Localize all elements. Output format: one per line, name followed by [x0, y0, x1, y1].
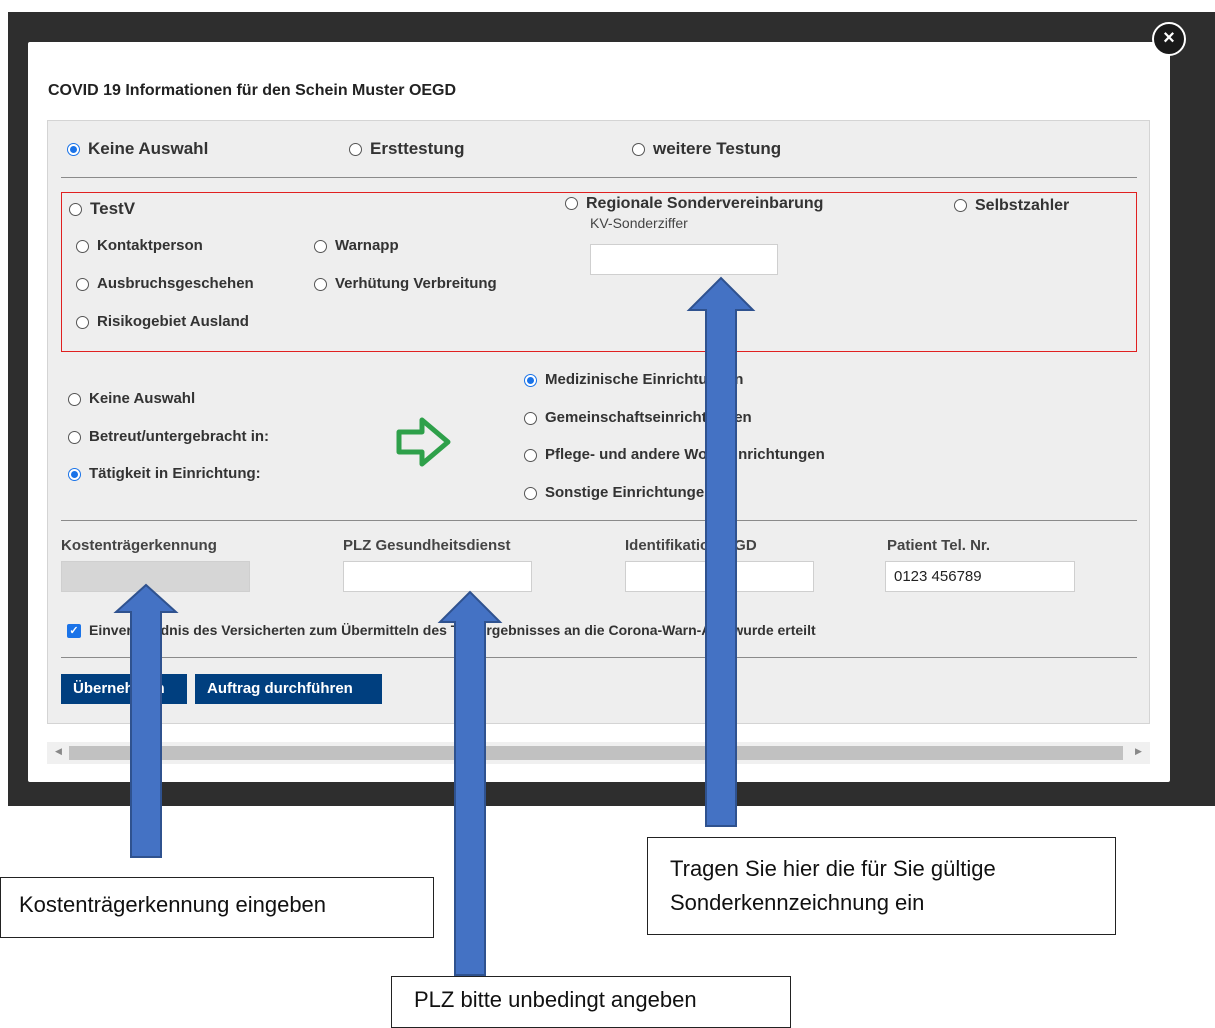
- radio-icon: [349, 143, 362, 157]
- divider: [61, 177, 1137, 178]
- radio-label: Medizinische Einrichtungen: [545, 371, 744, 388]
- patient-tel-label: Patient Tel. Nr.: [887, 537, 991, 554]
- radio-regionale-sondervereinbarung[interactable]: Regionale Sondervereinbarung: [565, 195, 823, 213]
- radio-keine-auswahl-testing[interactable]: Keine Auswahl: [67, 139, 208, 159]
- radio-icon: [632, 143, 645, 157]
- radio-icon: [69, 203, 82, 217]
- radio-testv[interactable]: TestV: [69, 199, 135, 219]
- radio-icon: [524, 448, 537, 462]
- radio-betreut-untergebracht[interactable]: Betreut/untergebracht in:: [68, 428, 269, 445]
- arrow-right-icon: [396, 417, 451, 467]
- close-icon[interactable]: ×: [1152, 22, 1186, 56]
- radio-label: Betreut/untergebracht in:: [89, 428, 270, 445]
- radio-ausbruchsgeschehen[interactable]: Ausbruchsgeschehen: [76, 275, 254, 292]
- callout-text: Kostenträgerkennung eingeben: [19, 892, 327, 917]
- radio-label: Regionale Sondervereinbarung: [586, 195, 824, 212]
- radio-warnapp[interactable]: Warnapp: [314, 237, 399, 254]
- kv-sonderziffer-label: KV-Sonderziffer: [590, 215, 688, 231]
- radio-label: Pflege- und andere Wohneinrichtungen: [545, 446, 825, 463]
- radio-label: TestV: [90, 199, 136, 218]
- callout-text: PLZ bitte unbedingt angeben: [414, 987, 697, 1012]
- radio-icon: [76, 239, 89, 253]
- radio-icon: [565, 197, 578, 211]
- scroll-right-icon[interactable]: ▶: [1135, 746, 1142, 757]
- callout-kv-sonderziffer: Tragen Sie hier die für Sie gültige Sond…: [647, 837, 1116, 935]
- radio-selected-icon: [67, 143, 80, 157]
- identifikation-oegd-input[interactable]: [625, 561, 814, 592]
- radio-ersttestung[interactable]: Ersttestung: [349, 139, 464, 159]
- kostentraeger-label: Kostenträgerkennung: [61, 537, 217, 554]
- checkmark-icon: ✓: [67, 624, 81, 639]
- radio-selected-icon: [524, 373, 537, 387]
- kostentraeger-input[interactable]: [61, 561, 250, 592]
- radio-sonstige-einrichtungen[interactable]: Sonstige Einrichtungen: [524, 484, 713, 501]
- radio-taetigkeit-in-einrichtung[interactable]: Tätigkeit in Einrichtung:: [68, 465, 261, 482]
- radio-label: weitere Testung: [653, 139, 782, 158]
- radio-verhuetung-verbreitung[interactable]: Verhütung Verbreitung: [314, 275, 497, 292]
- identifikation-oegd-label: Identifikation ÖGD: [625, 537, 757, 554]
- radio-label: Verhütung Verbreitung: [335, 275, 497, 292]
- dialog-title: COVID 19 Informationen für den Schein Mu…: [48, 82, 457, 99]
- execute-order-button[interactable]: Auftrag durchführen: [195, 674, 382, 704]
- consent-checkbox[interactable]: ✓ Einverständnis des Versicherten zum Übe…: [67, 622, 816, 639]
- radio-icon: [68, 430, 81, 444]
- scroll-left-icon[interactable]: ◀: [55, 746, 62, 757]
- radio-label: Ersttestung: [370, 139, 465, 158]
- radio-icon: [314, 277, 327, 291]
- radio-label: Keine Auswahl: [89, 390, 196, 407]
- consent-label: Einverständnis des Versicherten zum Über…: [89, 622, 816, 638]
- radio-keine-auswahl-facility[interactable]: Keine Auswahl: [68, 390, 195, 407]
- radio-icon: [314, 239, 327, 253]
- radio-medizinische-einrichtungen[interactable]: Medizinische Einrichtungen: [524, 371, 743, 388]
- radio-risikogebiet-ausland[interactable]: Risikogebiet Ausland: [76, 313, 249, 330]
- callout-plz: PLZ bitte unbedingt angeben: [391, 976, 791, 1028]
- radio-label: Keine Auswahl: [88, 139, 209, 158]
- patient-tel-input[interactable]: 0123 456789: [885, 561, 1075, 592]
- divider: [61, 657, 1137, 658]
- radio-icon: [76, 277, 89, 291]
- radio-icon: [524, 486, 537, 500]
- radio-icon: [954, 199, 967, 213]
- radio-icon: [524, 411, 537, 425]
- kv-sonderziffer-input[interactable]: [590, 244, 778, 275]
- callout-text-line2: Sonderkennzeichnung ein: [670, 890, 925, 915]
- apply-button[interactable]: Übernehmen: [61, 674, 187, 704]
- radio-weitere-testung[interactable]: weitere Testung: [632, 139, 781, 159]
- divider: [61, 520, 1137, 521]
- radio-selbstzahler[interactable]: Selbstzahler: [954, 197, 1069, 215]
- plz-gesundheitsdienst-input[interactable]: [343, 561, 532, 592]
- radio-label: Ausbruchsgeschehen: [97, 275, 254, 292]
- plz-gesundheitsdienst-label: PLZ Gesundheitsdienst: [343, 537, 511, 554]
- horizontal-scrollbar[interactable]: ◀ ▶: [47, 742, 1150, 764]
- callout-text-line1: Tragen Sie hier die für Sie gültige: [670, 856, 996, 881]
- radio-label: Selbstzahler: [975, 197, 1070, 214]
- radio-icon: [76, 315, 89, 329]
- radio-selected-icon: [68, 467, 81, 481]
- radio-icon: [68, 392, 81, 406]
- radio-kontaktperson[interactable]: Kontaktperson: [76, 237, 203, 254]
- scrollbar-thumb[interactable]: [69, 746, 1123, 760]
- radio-pflege-wohneinrichtungen[interactable]: Pflege- und andere Wohneinrichtungen: [524, 446, 825, 463]
- radio-label: Warnapp: [335, 237, 399, 254]
- radio-label: Sonstige Einrichtungen: [545, 484, 714, 501]
- callout-kostentraeger: Kostenträgerkennung eingeben: [0, 877, 434, 938]
- radio-label: Tätigkeit in Einrichtung:: [89, 465, 261, 482]
- radio-gemeinschaftseinrichtungen[interactable]: Gemeinschaftseinrichtungen: [524, 409, 752, 426]
- radio-label: Gemeinschaftseinrichtungen: [545, 409, 752, 426]
- radio-label: Risikogebiet Ausland: [97, 313, 249, 330]
- radio-label: Kontaktperson: [97, 237, 203, 254]
